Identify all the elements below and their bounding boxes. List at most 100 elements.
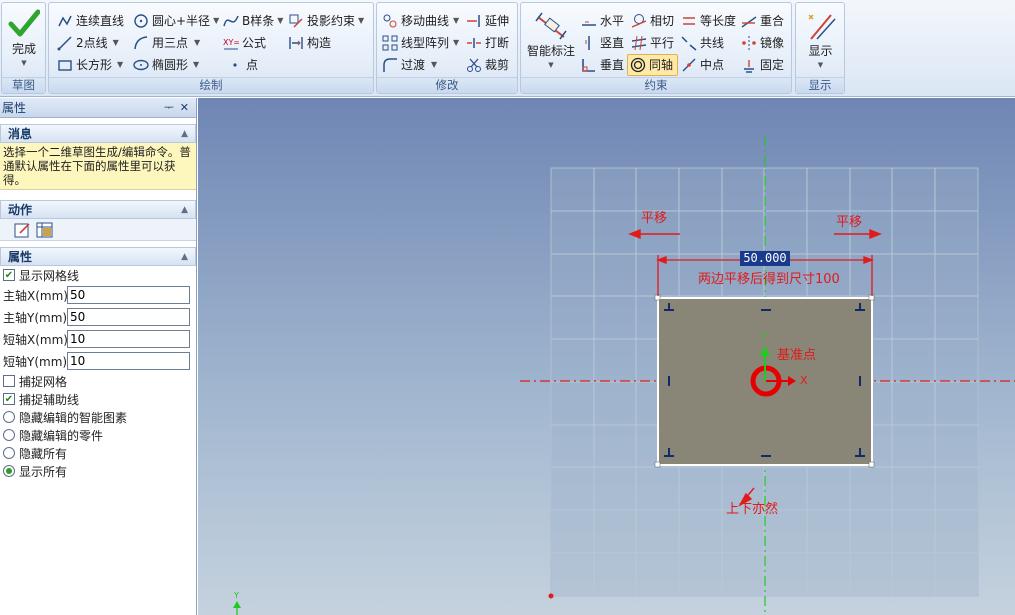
two-point-line-button[interactable]: 2点线 ▼ (57, 33, 119, 53)
vertical-label: 竖直 (600, 36, 625, 50)
display-button[interactable]: 显示 ▼ (796, 11, 845, 72)
close-icon[interactable]: ✕ (180, 98, 189, 118)
field-label: 短轴X(mm) (3, 332, 68, 347)
snap-grid-checkbox[interactable] (3, 375, 15, 387)
fillet-button[interactable]: 过渡 ▼ (382, 55, 437, 75)
finish-button[interactable]: 完成 ▼ (2, 9, 46, 70)
hide-all-row[interactable]: 隐藏所有 (0, 444, 196, 462)
formula-label: 公式 (242, 36, 267, 50)
ribbon: 完成 ▼ 草图 连续直线 圆心+半径 ▼ B样条 ▼ 投影约束 ▼ 2点线 ▼ 用三点 ▼ (0, 0, 1015, 97)
ellipse-button[interactable]: 椭圆形 ▼ (133, 55, 199, 75)
finish-label: 完成 (11, 42, 36, 56)
construction-button[interactable]: 构造 (288, 33, 331, 53)
edit-icon[interactable] (14, 221, 32, 239)
group-sketch: 完成 ▼ 草图 (1, 2, 46, 94)
vertical-constraint-button[interactable]: 竖直 (581, 33, 624, 53)
hide-parts-radio[interactable] (3, 429, 15, 441)
property-section-header[interactable]: 属性 ▲ (0, 247, 196, 266)
horizontal-constraint-button[interactable]: 水平 (581, 11, 624, 31)
hide-parts-row[interactable]: 隐藏编辑的零件 (0, 426, 196, 444)
svg-text:XY=: XY= (223, 38, 239, 47)
message-section-header[interactable]: 消息 ▲ (0, 124, 196, 143)
hide-all-label: 隐藏所有 (19, 446, 68, 461)
fillet-label: 过渡 (401, 58, 426, 72)
snap-grid-row[interactable]: 捕捉网格 (0, 372, 196, 390)
extend-button[interactable]: 延伸 (466, 11, 509, 31)
group-draw: 连续直线 圆心+半径 ▼ B样条 ▼ 投影约束 ▼ 2点线 ▼ 用三点 ▼ XY= 公式 (48, 2, 374, 94)
major-x-input[interactable] (67, 286, 190, 304)
trim-button[interactable]: 裁剪 (466, 55, 509, 75)
perpendicular-constraint-button[interactable]: 垂直 (581, 55, 624, 75)
show-grid-checkbox[interactable]: ✔ (3, 269, 15, 281)
major-y-input[interactable] (67, 308, 190, 326)
collapse-icon: ▲ (181, 252, 188, 262)
show-grid-label: 显示网格线 (19, 268, 80, 283)
action-section-header[interactable]: 动作 ▲ (0, 200, 196, 219)
hide-all-radio[interactable] (3, 447, 15, 459)
move-curve-button[interactable]: 移动曲线 ▼ (382, 11, 459, 31)
display-label: 显示 (808, 44, 833, 58)
circle-center-radius-button[interactable]: 圆心+半径 ▼ (133, 11, 219, 31)
show-grid-row[interactable]: ✔ 显示网格线 (0, 266, 196, 284)
hide-smart-row[interactable]: 隐藏编辑的智能图素 (0, 408, 196, 426)
pin-icon[interactable]: ᅮ (164, 98, 174, 118)
fix-label: 固定 (760, 58, 785, 72)
minor-y-input[interactable] (67, 352, 190, 370)
coincident-constraint-button[interactable]: 重合 (741, 11, 784, 31)
base-point-label: 基准点 (777, 348, 817, 363)
group-constraint: 智能标注 ▼ 水平 相切 等长度 重合 竖直 平行 共线 镜像 垂直 同轴 中点… (520, 2, 792, 94)
move-curve-label: 移动曲线 (401, 14, 450, 28)
show-all-row[interactable]: 显示所有 (0, 462, 196, 480)
perpendicular-label: 垂直 (600, 58, 625, 72)
hide-smart-label: 隐藏编辑的智能图素 (19, 410, 128, 425)
dimension-value[interactable]: 50.000 (740, 251, 790, 266)
polyline-button[interactable]: 连续直线 (57, 11, 124, 31)
minor-x-input[interactable] (67, 330, 190, 348)
horizontal-icon (582, 21, 596, 26)
equal-length-icon (683, 17, 695, 25)
equal-length-constraint-button[interactable]: 等长度 (681, 11, 736, 31)
field-row: 短轴X(mm) (0, 328, 196, 350)
linear-pattern-button[interactable]: 线型阵列 ▼ (382, 33, 459, 53)
rectangle-button[interactable]: 长方形 ▼ (57, 55, 123, 75)
break-button[interactable]: 打断 (466, 33, 509, 53)
tangent-constraint-button[interactable]: 相切 (631, 11, 674, 31)
show-all-radio[interactable] (3, 465, 15, 477)
bspline-button[interactable]: B样条 ▼ (223, 11, 283, 31)
equal-length-label: 等长度 (700, 14, 737, 28)
midpoint-constraint-button[interactable]: 中点 (681, 55, 724, 75)
snap-aux-checkbox[interactable]: ✔ (3, 393, 15, 405)
coincident-label: 重合 (760, 14, 785, 28)
collapse-icon: ▲ (181, 129, 188, 139)
snap-aux-row[interactable]: ✔ 捕捉辅助线 (0, 390, 196, 408)
smart-dimension-button[interactable]: 智能标注 ▼ (523, 11, 579, 72)
hide-smart-radio[interactable] (3, 411, 15, 423)
horizontal-label: 水平 (600, 14, 625, 28)
circle-center-radius-label: 圆心+半径 (152, 14, 211, 28)
parallel-constraint-button[interactable]: 平行 (631, 33, 674, 53)
linear-pattern-label: 线型阵列 (401, 36, 450, 50)
concentric-label: 同轴 (649, 58, 674, 72)
perpendicular-icon (582, 59, 595, 72)
break-icon (467, 38, 481, 48)
fix-constraint-button[interactable]: 固定 (741, 55, 784, 75)
mirror-constraint-button[interactable]: 镜像 (741, 33, 784, 53)
sketch-canvas[interactable]: 50.000 两边平移后得到尺寸100 平移 平移 基准点 上下亦然 X Y Y (198, 98, 1015, 615)
sketch-rectangle[interactable] (657, 297, 873, 466)
tangent-label: 相切 (650, 14, 675, 28)
circle-icon (134, 14, 148, 28)
projection-constraint-button[interactable]: 投影约束 ▼ (288, 11, 364, 31)
formula-button[interactable]: XY= 公式 (223, 33, 266, 53)
extend-label: 延伸 (485, 14, 510, 28)
concentric-constraint-button[interactable]: 同轴 (627, 54, 679, 76)
field-row: 短轴Y(mm) (0, 350, 196, 372)
three-point-arc-button[interactable]: 用三点 ▼ (133, 33, 200, 53)
note-bottom: 上下亦然 (726, 502, 779, 517)
table-icon[interactable] (36, 221, 54, 239)
extend-icon (467, 15, 480, 27)
collapse-icon: ▲ (181, 205, 188, 215)
point-button[interactable]: 点 (227, 55, 258, 75)
snap-aux-label: 捕捉辅助线 (19, 392, 80, 407)
parallel-icon (631, 35, 647, 51)
collinear-constraint-button[interactable]: 共线 (681, 33, 724, 53)
